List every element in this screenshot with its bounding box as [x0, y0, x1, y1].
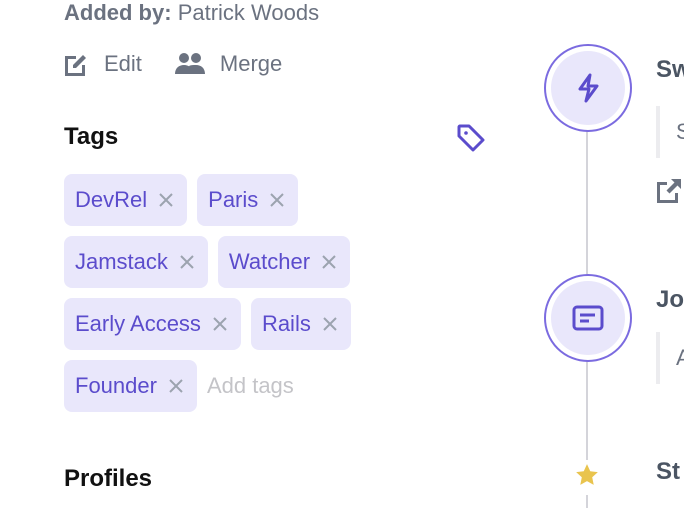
- tags-heading: Tags: [64, 123, 119, 150]
- users-icon: [174, 53, 205, 74]
- tags-list: DevRel Paris Jamstack Watcher Early Acce…: [64, 174, 394, 422]
- timeline-item-title: Sw: [656, 56, 684, 83]
- timeline-item-title: St: [656, 458, 680, 485]
- external-link-button[interactable]: [654, 176, 684, 211]
- tag-label: DevRel: [75, 187, 148, 212]
- tag-label: Jamstack: [75, 249, 168, 274]
- merge-label: Merge: [219, 51, 283, 76]
- timeline-item-title: Jo: [656, 286, 684, 313]
- tag-label: Watcher: [228, 249, 311, 274]
- remove-tag-icon[interactable]: [321, 315, 339, 333]
- tag-chip: Paris: [197, 174, 299, 226]
- tag-label: Founder: [75, 373, 157, 398]
- timeline-item-quote: S: [656, 106, 684, 158]
- tag-label: Early Access: [75, 311, 201, 336]
- tag-chip: Early Access: [64, 298, 241, 350]
- added-by: Added by: Patrick Woods: [64, 0, 319, 26]
- tag-chip: Watcher: [217, 236, 351, 288]
- remove-tag-icon[interactable]: [178, 253, 196, 271]
- add-tags-input[interactable]: [206, 360, 317, 412]
- timeline-star-node: [574, 460, 600, 495]
- message-icon: [572, 305, 604, 331]
- external-link-icon: [657, 179, 681, 203]
- lightning-icon: [578, 73, 599, 103]
- tag-chip: Rails: [250, 298, 351, 350]
- tag-chip: Jamstack: [64, 236, 208, 288]
- profiles-heading: Profiles: [64, 465, 153, 492]
- tag-label: Paris: [208, 187, 259, 212]
- star-icon: [576, 464, 598, 485]
- edit-icon: [65, 55, 86, 76]
- remove-tag-icon[interactable]: [157, 191, 175, 209]
- remove-tag-icon[interactable]: [167, 377, 185, 395]
- merge-button[interactable]: Merge: [174, 51, 282, 77]
- tag-chip: DevRel: [64, 174, 188, 226]
- timeline-node: [544, 274, 632, 362]
- added-by-name: Patrick Woods: [177, 0, 320, 25]
- remove-tag-icon[interactable]: [268, 191, 286, 209]
- timeline-node: [544, 44, 632, 132]
- timeline-item-quote: A: [656, 332, 684, 384]
- remove-tag-icon[interactable]: [320, 253, 338, 271]
- tag-button[interactable]: [455, 122, 487, 159]
- tag-icon: [457, 124, 485, 152]
- added-by-label: Added by:: [64, 0, 172, 25]
- actions-bar: Edit Merge: [62, 51, 314, 77]
- edit-button[interactable]: Edit: [62, 51, 142, 77]
- tag-label: Rails: [261, 311, 311, 336]
- tag-chip: Founder: [64, 360, 197, 412]
- edit-label: Edit: [104, 51, 142, 76]
- remove-tag-icon[interactable]: [211, 315, 229, 333]
